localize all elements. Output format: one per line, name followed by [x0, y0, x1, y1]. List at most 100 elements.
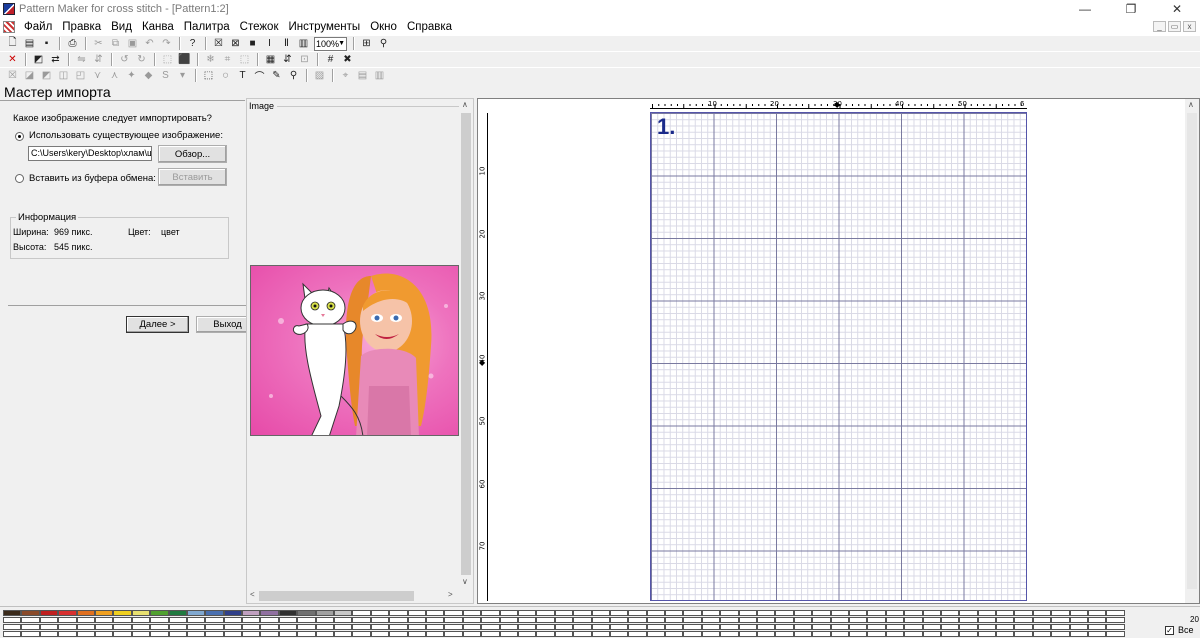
palette-swatch[interactable] — [701, 631, 721, 637]
palette-swatch[interactable] — [665, 624, 684, 630]
palette-swatch[interactable] — [297, 624, 316, 630]
palette-swatch[interactable] — [517, 617, 537, 623]
palette-swatch[interactable] — [940, 631, 960, 637]
palette-swatch[interactable] — [389, 631, 408, 637]
palette-swatch[interactable] — [848, 631, 868, 637]
palette-swatch[interactable] — [812, 624, 831, 630]
mirror-h-icon[interactable]: ⇋ — [75, 53, 89, 67]
palette-color-icon[interactable]: ▦ — [264, 53, 278, 67]
quarter-stitch-icon[interactable]: ◩ — [40, 69, 54, 83]
select-all-icon[interactable]: ⬛ — [178, 53, 192, 67]
palette-swatch[interactable] — [591, 624, 610, 630]
palette-swatch[interactable] — [959, 624, 978, 630]
palette-swatch[interactable] — [242, 631, 261, 637]
color-view-icon[interactable]: ■ — [246, 37, 260, 51]
palette-swatch[interactable] — [131, 617, 151, 623]
palette-swatch[interactable] — [1088, 610, 1107, 616]
palette-swatch[interactable] — [738, 610, 758, 616]
palette-swatch[interactable] — [1032, 624, 1052, 630]
palette-swatch[interactable] — [389, 624, 408, 630]
palette-swatch[interactable] — [370, 610, 390, 616]
eyedropper-icon[interactable]: ✎ — [270, 69, 284, 83]
rotate-right-icon[interactable]: ↻ — [135, 53, 149, 67]
palette-swatch[interactable] — [940, 617, 960, 623]
palette-swatch[interactable] — [665, 610, 684, 616]
palette-swatch[interactable] — [775, 631, 794, 637]
palette-swatch[interactable] — [628, 631, 647, 637]
menu-window[interactable]: Окно — [365, 21, 402, 33]
palette-swatch[interactable] — [848, 610, 868, 616]
palette-swatch[interactable] — [113, 631, 132, 637]
palette-swatch[interactable] — [812, 617, 831, 623]
palette-swatch[interactable] — [1069, 631, 1089, 637]
canvas-vertical-scrollbar[interactable]: ∧ — [1185, 99, 1199, 603]
palette-swatch[interactable] — [481, 624, 500, 630]
palette-swatch[interactable] — [609, 624, 629, 630]
delete-icon[interactable]: ✕ — [6, 53, 20, 67]
palette-swatch[interactable] — [701, 624, 721, 630]
palette-swatch[interactable] — [260, 624, 279, 630]
page-icon[interactable]: ▥ — [297, 37, 311, 51]
menu-view[interactable]: Вид — [106, 21, 137, 33]
palette-swatch[interactable] — [150, 610, 169, 616]
palette-swatch[interactable] — [315, 624, 335, 630]
palette-swatch[interactable] — [278, 610, 298, 616]
palette-swatch[interactable] — [205, 631, 224, 637]
palette-swatch[interactable] — [996, 624, 1015, 630]
palette-swatch[interactable] — [58, 624, 77, 630]
v-ruler-marker-icon[interactable]: ◆ — [479, 358, 485, 367]
palette-swatch[interactable] — [315, 617, 335, 623]
palette-swatch[interactable] — [462, 631, 482, 637]
palette-swatch[interactable] — [1032, 631, 1052, 637]
palette-swatch[interactable] — [848, 624, 868, 630]
copy-icon[interactable]: ⧉ — [109, 37, 123, 51]
palette-swatch[interactable] — [389, 617, 408, 623]
palette-swatch[interactable] — [223, 617, 243, 623]
palette-swatch[interactable] — [793, 624, 813, 630]
palette-swatch[interactable] — [573, 617, 592, 623]
palette-swatch[interactable] — [959, 631, 978, 637]
scroll-down-icon[interactable]: ∨ — [462, 577, 468, 586]
palette-swatch[interactable] — [481, 617, 500, 623]
palette-swatch[interactable] — [812, 610, 831, 616]
palette-swatch[interactable] — [573, 631, 592, 637]
palette-swatch[interactable] — [1069, 624, 1089, 630]
menu-tools[interactable]: Инструменты — [283, 21, 365, 33]
curve-stitch-icon[interactable]: S — [159, 69, 173, 83]
text-icon[interactable]: T — [236, 69, 250, 83]
palette-swatch[interactable] — [904, 624, 923, 630]
palette-swatch[interactable] — [462, 617, 482, 623]
palette-swatch[interactable] — [168, 624, 187, 630]
french-knot-icon[interactable]: ✦ — [125, 69, 139, 83]
palette-swatch[interactable] — [738, 624, 758, 630]
bead-icon[interactable]: ◆ — [142, 69, 156, 83]
preview-vertical-scrollbar[interactable]: ∧ ∨ — [459, 99, 473, 589]
palette-swatch[interactable] — [701, 610, 721, 616]
palette-swatch[interactable] — [1088, 617, 1107, 623]
all-colors-label[interactable]: Все — [1178, 625, 1194, 635]
palette-swatch[interactable] — [94, 610, 114, 616]
palette-swatch[interactable] — [609, 610, 629, 616]
palette-swatch[interactable] — [58, 617, 77, 623]
minimize-button[interactable]: — — [1062, 0, 1108, 18]
palette-swatch[interactable] — [904, 617, 923, 623]
stitch-grid[interactable] — [650, 112, 1027, 601]
palette-swatch[interactable] — [499, 617, 518, 623]
palette-swatch[interactable] — [113, 624, 132, 630]
fill-icon[interactable]: ◩ — [32, 53, 46, 67]
palette-swatch[interactable] — [481, 610, 500, 616]
palette-swatch[interactable] — [536, 624, 555, 630]
image-icon[interactable]: ▨ — [313, 69, 327, 83]
palette-swatch[interactable] — [554, 617, 574, 623]
palette-swatch[interactable] — [407, 631, 426, 637]
palette-swatch[interactable] — [168, 610, 187, 616]
palette-swatch[interactable] — [21, 617, 40, 623]
palette-swatch[interactable] — [536, 631, 555, 637]
palette-swatch[interactable] — [131, 610, 151, 616]
palette-swatch[interactable] — [3, 631, 22, 637]
palette-swatch[interactable] — [1106, 624, 1125, 630]
font-tool-icon[interactable]: Ⅱ — [280, 37, 294, 51]
palette-swatch[interactable] — [186, 624, 206, 630]
palette-swatch[interactable] — [1032, 617, 1052, 623]
palette-swatch[interactable] — [76, 631, 95, 637]
